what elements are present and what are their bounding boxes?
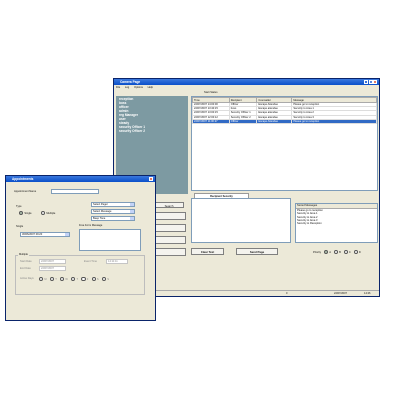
priority-c-label: C (348, 250, 351, 254)
select-message-value: Select Message (93, 210, 112, 213)
single-date-value: 30/06/2007 09:20 (22, 233, 43, 236)
menu-bar: File Log Options Help (116, 86, 157, 89)
close-icon[interactable]: × (149, 177, 153, 181)
day-checkbox[interactable] (81, 277, 86, 282)
end-date-value: 22/07/2007 (41, 267, 54, 270)
main-window-title: Camera Page (120, 80, 141, 84)
start-date-label: Start Date (20, 260, 32, 263)
stored-messages-list[interactable]: Stored Messages Please go to reception S… (295, 203, 378, 243)
minimize-icon[interactable]: _ (364, 80, 368, 84)
day-label: M (44, 277, 47, 281)
menu-file[interactable]: File (116, 86, 120, 89)
message-textarea[interactable] (191, 198, 291, 243)
appointments-title-bar[interactable]: Appointments × (6, 176, 155, 182)
grid-cell: Escape Attendee (256, 118, 293, 124)
chevron-down-icon[interactable] (130, 203, 134, 206)
message-grid[interactable]: Time Recipient Counseller Message 22/07/… (191, 96, 378, 191)
type-multiple-option[interactable]: Multiple (41, 211, 56, 216)
grid-cell: Please go to reception (291, 118, 377, 124)
free-form-label: Free Form Message (79, 224, 103, 227)
appointment-name-input[interactable] (51, 189, 99, 194)
priority-b-radio[interactable] (333, 250, 339, 255)
priority-d-label: D (358, 250, 361, 254)
appointments-window: Appointments × Appointment Name Type Sin… (5, 175, 156, 321)
select-message-dropdown[interactable]: Select Message (91, 209, 135, 214)
end-date-picker[interactable]: 22/07/2007 (39, 266, 66, 271)
status-date: 22/07/2007 (334, 292, 347, 295)
beep-tone-value: Beep Tone (93, 217, 106, 220)
day-checkbox[interactable] (101, 277, 107, 282)
appointment-name-label: Appointment Name (14, 190, 37, 193)
maximize-icon[interactable]: □ (368, 80, 373, 84)
search-button[interactable]: Search (154, 202, 184, 208)
type-multiple-label: Multiple (46, 211, 56, 215)
type-multiple-radio[interactable] (41, 211, 46, 216)
menu-log[interactable]: Log (125, 86, 129, 89)
type-single-label: Single (24, 211, 32, 215)
priority-label: Priority (313, 250, 322, 254)
type-single-option[interactable]: Single (19, 211, 32, 216)
day-label: F (86, 277, 89, 281)
active-days-label: Active Days (20, 277, 34, 280)
single-label: Single (16, 225, 24, 228)
status-count: 0 (286, 292, 288, 295)
multiple-label: Multiple (18, 253, 29, 256)
beep-tone-dropdown[interactable]: Beep Tone (91, 216, 135, 221)
day-checkbox[interactable] (91, 277, 96, 282)
appointments-title: Appointments (12, 177, 34, 181)
event-time-picker[interactable]: 14:11:11 (106, 259, 128, 264)
single-date-picker[interactable]: 30/06/2007 09:20 (20, 232, 70, 237)
chevron-down-icon[interactable] (130, 210, 134, 213)
clear-text-button[interactable]: Clear Text (191, 248, 224, 255)
table-row[interactable]: 22/07/2007 11:00:27 Officer Escape Atten… (192, 118, 377, 124)
priority-a-label: A (329, 250, 331, 254)
list-item[interactable]: Security to Reception (296, 222, 377, 225)
priority-c-radio[interactable] (343, 250, 348, 255)
select-pager-dropdown[interactable]: Select Pager (91, 202, 135, 207)
priority-d-radio[interactable] (353, 250, 358, 255)
event-time-label: Event Time (84, 260, 97, 263)
day-checkbox[interactable] (39, 277, 44, 282)
start-date-value: 22/07/2007 (41, 260, 54, 263)
status-time: 14:26 (364, 292, 371, 295)
day-label: W (65, 277, 68, 281)
day-label: T (76, 277, 79, 281)
end-date-label: End Date (20, 267, 31, 270)
grid-cell: Officer (228, 118, 258, 124)
free-form-textarea[interactable] (79, 229, 141, 251)
day-label: T (55, 277, 57, 281)
menu-help[interactable]: Help (148, 86, 153, 89)
close-icon[interactable]: × (373, 80, 377, 84)
day-checkbox[interactable] (60, 277, 65, 282)
event-time-value: 14:11:11 (108, 260, 118, 263)
grid-cell: 22/07/2007 11:00:27 (192, 118, 230, 124)
day-label: S (96, 277, 99, 281)
day-label: S (107, 277, 110, 281)
chevron-down-icon[interactable] (130, 217, 134, 220)
priority-b-label: B (339, 250, 341, 254)
user-item[interactable]: security Officer 2 (119, 129, 185, 133)
day-checkbox[interactable] (49, 277, 55, 282)
main-title-bar[interactable]: Camera Page _ □ × (114, 79, 379, 85)
priority-group: Priority A B C D (313, 250, 361, 255)
type-label: Type (16, 205, 22, 208)
priority-a-radio[interactable] (323, 250, 329, 255)
toolbar-label[interactable]: Start Status (204, 91, 218, 94)
start-date-picker[interactable]: 22/07/2007 (39, 259, 66, 264)
chevron-down-icon[interactable] (65, 233, 69, 236)
select-pager-value: Select Pager (93, 203, 108, 206)
type-single-radio[interactable] (19, 211, 24, 216)
send-page-button[interactable]: Send Page (236, 248, 278, 255)
active-days-checkboxes: M T W T F S S (39, 277, 110, 282)
menu-options[interactable]: Options (134, 86, 143, 89)
day-checkbox[interactable] (71, 277, 76, 282)
